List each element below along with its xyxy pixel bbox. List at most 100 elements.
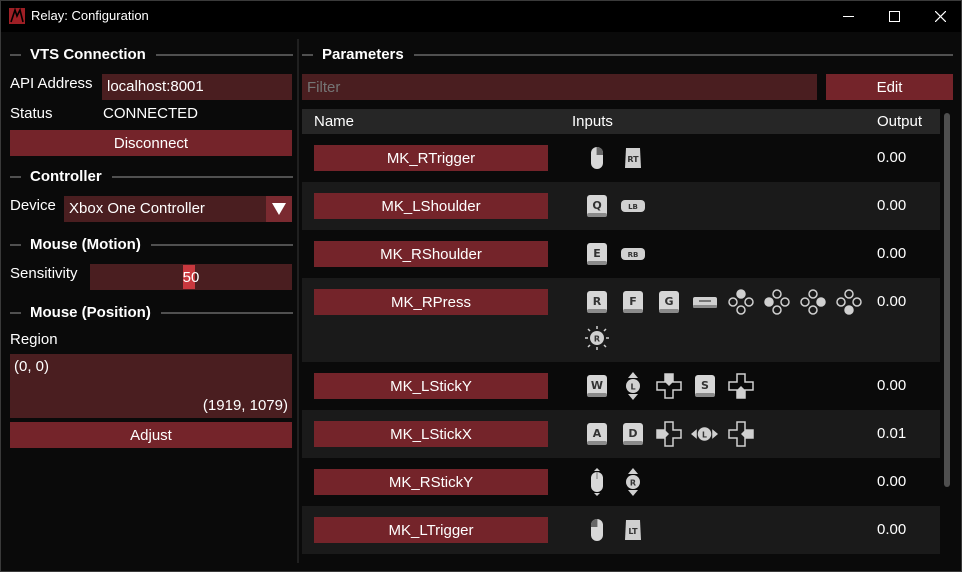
a-key-icon: A bbox=[583, 420, 610, 448]
table-row: MK_RStickY R 0.00 bbox=[302, 458, 940, 506]
face-button-bottom-icon bbox=[835, 288, 862, 316]
d-key-icon: D bbox=[619, 420, 646, 448]
left-stick-horizontal-icon: L bbox=[691, 420, 718, 448]
dpad-left-icon bbox=[655, 420, 682, 448]
heading-rule bbox=[150, 243, 293, 246]
mouse-vertical-icon bbox=[583, 468, 610, 496]
q-key-icon: Q bbox=[583, 192, 610, 220]
table-row: MK_LStickX A D L 0.01 bbox=[302, 410, 940, 458]
maximize-icon bbox=[888, 11, 900, 22]
svg-text:A: A bbox=[592, 427, 601, 440]
close-button[interactable] bbox=[917, 1, 962, 32]
svg-text:Q: Q bbox=[592, 199, 601, 212]
svg-text:LT: LT bbox=[628, 527, 638, 536]
parameter-button[interactable]: MK_RStickY bbox=[314, 469, 548, 495]
parameters-scrollbar-thumb[interactable] bbox=[944, 113, 950, 487]
heading-rule bbox=[111, 175, 293, 178]
svg-text:W: W bbox=[590, 379, 602, 392]
svg-text:D: D bbox=[628, 427, 637, 440]
svg-text:R: R bbox=[593, 335, 599, 344]
dpad-up-icon bbox=[655, 372, 682, 400]
svg-text:R: R bbox=[629, 479, 635, 488]
mouse-left-button-icon bbox=[583, 516, 610, 544]
minimize-icon bbox=[842, 16, 854, 17]
input-icons: Q LB bbox=[583, 192, 873, 220]
parameter-button[interactable]: MK_LStickY bbox=[314, 373, 548, 399]
output-value: 0.00 bbox=[877, 149, 907, 166]
chevron-down-icon bbox=[272, 203, 286, 215]
rt-button-icon: RT bbox=[619, 144, 646, 172]
g-key-icon: G bbox=[655, 288, 682, 316]
mouse-motion-heading: Mouse (Motion) bbox=[10, 236, 293, 253]
parameter-button[interactable]: MK_RPress bbox=[314, 289, 548, 315]
output-value: 0.00 bbox=[877, 293, 907, 310]
dpad-down-icon bbox=[727, 372, 754, 400]
output-value: 0.00 bbox=[877, 197, 907, 214]
column-header-name[interactable]: Name bbox=[314, 113, 354, 130]
space-key-icon bbox=[691, 288, 718, 316]
column-header-output[interactable]: Output bbox=[877, 113, 922, 130]
svg-text:RT: RT bbox=[627, 155, 639, 164]
e-key-icon: E bbox=[583, 240, 610, 268]
adjust-button[interactable]: Adjust bbox=[10, 422, 292, 448]
parameter-button[interactable]: MK_LStickX bbox=[314, 421, 548, 447]
f-key-icon: F bbox=[619, 288, 646, 316]
mouse-position-title: Mouse (Position) bbox=[30, 304, 151, 321]
controller-heading: Controller bbox=[10, 168, 293, 185]
region-label: Region bbox=[10, 331, 58, 348]
edit-button[interactable]: Edit bbox=[826, 74, 953, 100]
input-icons: LT bbox=[583, 516, 873, 544]
input-icons: R bbox=[583, 468, 873, 496]
table-row: MK_RPress R F G R 0.00 bbox=[302, 278, 940, 362]
vts-connection-heading: VTS Connection bbox=[10, 46, 293, 63]
parameter-button[interactable]: MK_LShoulder bbox=[314, 193, 548, 219]
input-icons: E RB bbox=[583, 240, 873, 268]
lt-button-icon: LT bbox=[619, 516, 646, 544]
parameter-button[interactable]: MK_RShoulder bbox=[314, 241, 548, 267]
sensitivity-slider[interactable]: 50 bbox=[90, 264, 292, 290]
region-top-left: (0, 0) bbox=[14, 358, 50, 375]
svg-text:L: L bbox=[630, 383, 635, 392]
r-key-icon: R bbox=[583, 288, 610, 316]
column-header-inputs[interactable]: Inputs bbox=[572, 113, 613, 130]
table-row: MK_LTrigger LT 0.00 bbox=[302, 506, 940, 554]
title-bar[interactable]: Relay: Configuration bbox=[1, 1, 961, 32]
maximize-button[interactable] bbox=[871, 1, 917, 32]
device-select-value: Xbox One Controller bbox=[69, 200, 205, 217]
minimize-button[interactable] bbox=[825, 1, 871, 32]
table-row: MK_LStickY W L S 0.00 bbox=[302, 362, 940, 410]
disconnect-button[interactable]: Disconnect bbox=[10, 130, 292, 156]
input-icons: W L S bbox=[583, 372, 873, 400]
parameters-heading: Parameters bbox=[302, 46, 953, 63]
parameters-title: Parameters bbox=[322, 46, 404, 63]
table-row: MK_RShoulder E RB 0.00 bbox=[302, 230, 940, 278]
panel-divider[interactable] bbox=[297, 39, 299, 563]
api-address-input[interactable]: localhost:8001 bbox=[102, 74, 292, 100]
status-label: Status bbox=[10, 105, 53, 122]
svg-text:E: E bbox=[593, 247, 601, 260]
heading-rule bbox=[160, 311, 293, 314]
svg-text:G: G bbox=[664, 295, 673, 308]
device-label: Device bbox=[10, 197, 56, 214]
heading-dash bbox=[302, 53, 313, 56]
w-key-icon: W bbox=[583, 372, 610, 400]
parameter-button[interactable]: MK_RTrigger bbox=[314, 145, 548, 171]
input-icons: R F G R bbox=[583, 288, 873, 352]
svg-text:R: R bbox=[592, 295, 601, 308]
parameters-table-header: Name Inputs Output bbox=[302, 109, 940, 134]
svg-text:LB: LB bbox=[628, 203, 638, 211]
face-button-top-icon bbox=[727, 288, 754, 316]
right-stick-vertical-icon: R bbox=[619, 468, 646, 496]
parameter-button[interactable]: MK_LTrigger bbox=[314, 517, 548, 543]
output-value: 0.00 bbox=[877, 473, 907, 490]
heading-dash bbox=[10, 243, 21, 246]
dropdown-arrow-button[interactable] bbox=[266, 196, 292, 222]
filter-input[interactable] bbox=[302, 74, 817, 100]
heading-dash bbox=[10, 175, 21, 178]
table-row: MK_RTrigger RT 0.00 bbox=[302, 134, 940, 182]
device-select[interactable]: Xbox One Controller bbox=[64, 196, 292, 222]
close-icon bbox=[934, 11, 946, 22]
output-value: 0.00 bbox=[877, 377, 907, 394]
svg-text:F: F bbox=[629, 295, 637, 308]
svg-text:RB: RB bbox=[627, 251, 638, 259]
